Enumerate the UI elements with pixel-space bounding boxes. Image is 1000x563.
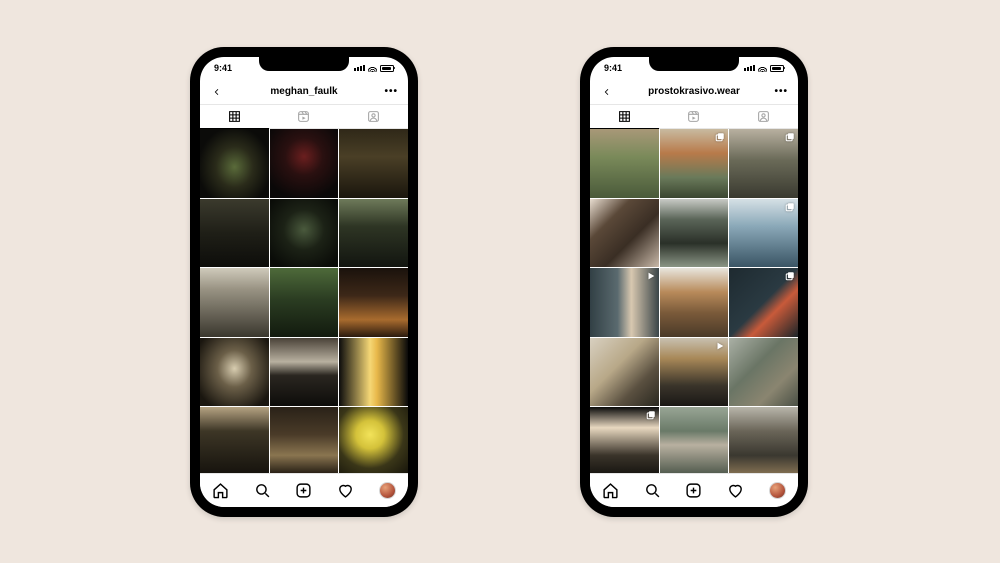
carousel-icon [785, 271, 795, 281]
reels-icon [687, 110, 700, 123]
post-thumbnail[interactable] [660, 129, 729, 198]
back-button[interactable] [210, 85, 224, 99]
nav-home[interactable] [210, 480, 232, 502]
wifi-icon [368, 65, 377, 72]
post-thumbnail[interactable] [729, 129, 798, 198]
tab-reels[interactable] [269, 105, 338, 128]
carousel-icon [785, 202, 795, 212]
post-thumbnail[interactable] [339, 268, 408, 337]
post-grid [200, 129, 408, 473]
grid-icon [618, 110, 631, 123]
profile-header: meghan_faulk ••• [200, 79, 408, 105]
post-thumbnail[interactable] [590, 129, 659, 198]
post-thumbnail[interactable] [590, 338, 659, 407]
nav-home[interactable] [600, 480, 622, 502]
wifi-icon [758, 65, 767, 72]
plus-square-icon [295, 482, 312, 499]
grid-icon [228, 110, 241, 123]
chevron-left-icon [213, 86, 221, 98]
profile-username[interactable]: meghan_faulk [270, 86, 337, 97]
nav-profile[interactable] [376, 480, 398, 502]
profile-username[interactable]: prostokrasivo.wear [648, 86, 740, 97]
post-thumbnail[interactable] [729, 199, 798, 268]
reels-icon [297, 110, 310, 123]
post-thumbnail[interactable] [660, 199, 729, 268]
signal-icon [744, 65, 755, 71]
back-button[interactable] [600, 85, 614, 99]
heart-icon [337, 482, 354, 499]
bottom-nav [200, 473, 408, 507]
nav-new-post[interactable] [293, 480, 315, 502]
post-grid [590, 129, 798, 473]
nav-search[interactable] [641, 480, 663, 502]
status-time: 9:41 [214, 63, 232, 73]
post-thumbnail[interactable] [590, 268, 659, 337]
battery-icon [380, 65, 394, 72]
post-thumbnail[interactable] [339, 129, 408, 198]
nav-activity[interactable] [725, 480, 747, 502]
search-icon [254, 482, 271, 499]
post-thumbnail[interactable] [200, 407, 269, 473]
post-thumbnail[interactable] [270, 199, 339, 268]
screen: 9:41 prostokrasivo.wear ••• [590, 57, 798, 507]
phone-mockup-left: 9:41 meghan_faulk ••• [190, 47, 418, 517]
profile-avatar [379, 482, 396, 499]
battery-icon [770, 65, 784, 72]
carousel-icon [646, 410, 656, 420]
home-icon [212, 482, 229, 499]
nav-new-post[interactable] [683, 480, 705, 502]
phone-mockup-right: 9:41 prostokrasivo.wear ••• [580, 47, 808, 517]
video-play-icon [646, 271, 656, 281]
tab-grid[interactable] [590, 105, 659, 128]
post-thumbnail[interactable] [200, 199, 269, 268]
post-thumbnail[interactable] [200, 268, 269, 337]
post-thumbnail[interactable] [729, 268, 798, 337]
post-thumbnail[interactable] [660, 268, 729, 337]
post-thumbnail[interactable] [270, 268, 339, 337]
tab-grid[interactable] [200, 105, 269, 128]
device-notch [649, 57, 739, 71]
screen: 9:41 meghan_faulk ••• [200, 57, 408, 507]
more-button[interactable]: ••• [774, 87, 788, 97]
bottom-nav [590, 473, 798, 507]
carousel-icon [715, 132, 725, 142]
post-thumbnail[interactable] [270, 338, 339, 407]
heart-icon [727, 482, 744, 499]
device-notch [259, 57, 349, 71]
plus-square-icon [685, 482, 702, 499]
signal-icon [354, 65, 365, 71]
home-icon [602, 482, 619, 499]
tagged-icon [367, 110, 380, 123]
post-thumbnail[interactable] [270, 407, 339, 473]
tab-reels[interactable] [659, 105, 728, 128]
post-thumbnail[interactable] [660, 407, 729, 473]
carousel-icon [785, 132, 795, 142]
post-thumbnail[interactable] [590, 407, 659, 473]
search-icon [644, 482, 661, 499]
post-thumbnail[interactable] [590, 199, 659, 268]
profile-header: prostokrasivo.wear ••• [590, 79, 798, 105]
nav-activity[interactable] [335, 480, 357, 502]
tab-tagged[interactable] [729, 105, 798, 128]
video-play-icon [715, 341, 725, 351]
more-button[interactable]: ••• [384, 87, 398, 97]
tab-tagged[interactable] [339, 105, 408, 128]
profile-tabs [590, 105, 798, 129]
post-thumbnail[interactable] [339, 338, 408, 407]
profile-avatar [769, 482, 786, 499]
post-thumbnail[interactable] [729, 338, 798, 407]
post-thumbnail[interactable] [200, 338, 269, 407]
post-thumbnail[interactable] [339, 407, 408, 473]
tagged-icon [757, 110, 770, 123]
post-thumbnail[interactable] [660, 338, 729, 407]
status-time: 9:41 [604, 63, 622, 73]
nav-profile[interactable] [766, 480, 788, 502]
profile-tabs [200, 105, 408, 129]
nav-search[interactable] [251, 480, 273, 502]
post-thumbnail[interactable] [270, 129, 339, 198]
chevron-left-icon [603, 86, 611, 98]
post-thumbnail[interactable] [200, 129, 269, 198]
post-thumbnail[interactable] [729, 407, 798, 473]
post-thumbnail[interactable] [339, 199, 408, 268]
